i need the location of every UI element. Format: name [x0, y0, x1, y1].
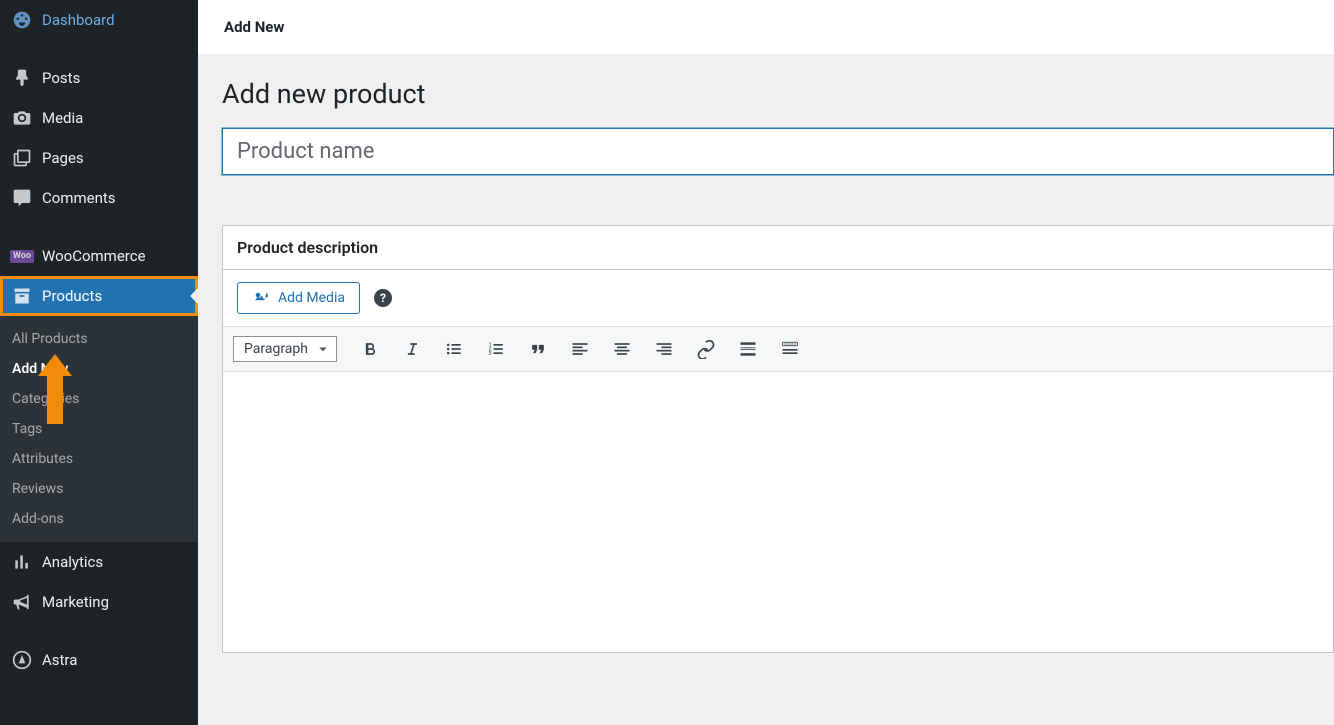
submenu-reviews[interactable]: Reviews	[0, 474, 198, 504]
sidebar-label: Astra	[42, 651, 77, 669]
read-more-button[interactable]	[732, 333, 764, 365]
format-toolbar: Paragraph 123	[223, 326, 1333, 372]
svg-text:3: 3	[489, 351, 492, 357]
comment-icon	[12, 188, 32, 208]
media-toolbar: Add Media ?	[223, 270, 1333, 326]
sidebar-label: Media	[42, 109, 83, 127]
sidebar-item-woocommerce[interactable]: Woo WooCommerce	[0, 236, 198, 276]
page-title: Add new product	[222, 78, 1334, 110]
bold-button[interactable]	[354, 333, 386, 365]
sidebar-item-media[interactable]: Media	[0, 98, 198, 138]
bullet-list-button[interactable]	[438, 333, 470, 365]
help-icon[interactable]: ?	[374, 289, 392, 307]
italic-button[interactable]	[396, 333, 428, 365]
archive-icon	[12, 286, 32, 306]
chart-icon	[12, 552, 32, 572]
add-media-label: Add Media	[278, 290, 345, 306]
pin-icon	[12, 68, 32, 88]
pages-icon	[12, 148, 32, 168]
sidebar-label: Marketing	[42, 593, 109, 611]
camera-icon	[12, 108, 32, 128]
blockquote-button[interactable]	[522, 333, 554, 365]
media-icon	[252, 289, 270, 307]
admin-sidebar: Dashboard Posts Media Pages Comments Woo	[0, 0, 198, 725]
align-right-button[interactable]	[648, 333, 680, 365]
sidebar-label: Pages	[42, 149, 84, 167]
editor-content-area[interactable]	[223, 372, 1333, 652]
format-select[interactable]: Paragraph	[233, 336, 337, 362]
submenu-all-products[interactable]: All Products	[0, 324, 198, 354]
product-name-input[interactable]	[222, 128, 1334, 175]
woo-icon: Woo	[12, 246, 32, 266]
product-description-box: Product description Add Media ? Paragrap…	[222, 225, 1334, 653]
sidebar-item-pages[interactable]: Pages	[0, 138, 198, 178]
submenu-addons[interactable]: Add-ons	[0, 504, 198, 534]
toolbar-toggle-button[interactable]	[774, 333, 806, 365]
topbar-title: Add New	[224, 18, 284, 36]
sidebar-label: WooCommerce	[42, 247, 146, 265]
add-media-button[interactable]: Add Media	[237, 282, 360, 314]
products-submenu: All Products Add New Categories Tags Att…	[0, 316, 198, 542]
sidebar-label: Dashboard	[42, 11, 115, 29]
sidebar-item-analytics[interactable]: Analytics	[0, 542, 198, 582]
submenu-tags[interactable]: Tags	[0, 414, 198, 444]
link-button[interactable]	[690, 333, 722, 365]
submenu-add-new[interactable]: Add New	[0, 354, 198, 384]
megaphone-icon	[12, 592, 32, 612]
align-left-button[interactable]	[564, 333, 596, 365]
submenu-categories[interactable]: Categories	[0, 384, 198, 414]
main-content: Add New Add new product Product descript…	[198, 0, 1334, 725]
align-center-button[interactable]	[606, 333, 638, 365]
sidebar-item-dashboard[interactable]: Dashboard	[0, 0, 198, 40]
sidebar-item-marketing[interactable]: Marketing	[0, 582, 198, 622]
sidebar-label: Analytics	[42, 553, 103, 571]
sidebar-label: Comments	[42, 189, 116, 207]
content-area: Add new product Product description Add …	[198, 54, 1334, 725]
sidebar-item-astra[interactable]: Astra	[0, 640, 198, 680]
gauge-icon	[12, 10, 32, 30]
sidebar-item-posts[interactable]: Posts	[0, 58, 198, 98]
numbered-list-button[interactable]: 123	[480, 333, 512, 365]
topbar: Add New	[198, 0, 1334, 54]
sidebar-item-comments[interactable]: Comments	[0, 178, 198, 218]
astra-icon	[12, 650, 32, 670]
description-label: Product description	[223, 226, 1333, 270]
submenu-attributes[interactable]: Attributes	[0, 444, 198, 474]
sidebar-item-products[interactable]: Products	[0, 276, 198, 316]
sidebar-label: Posts	[42, 69, 80, 87]
sidebar-label: Products	[42, 287, 102, 305]
